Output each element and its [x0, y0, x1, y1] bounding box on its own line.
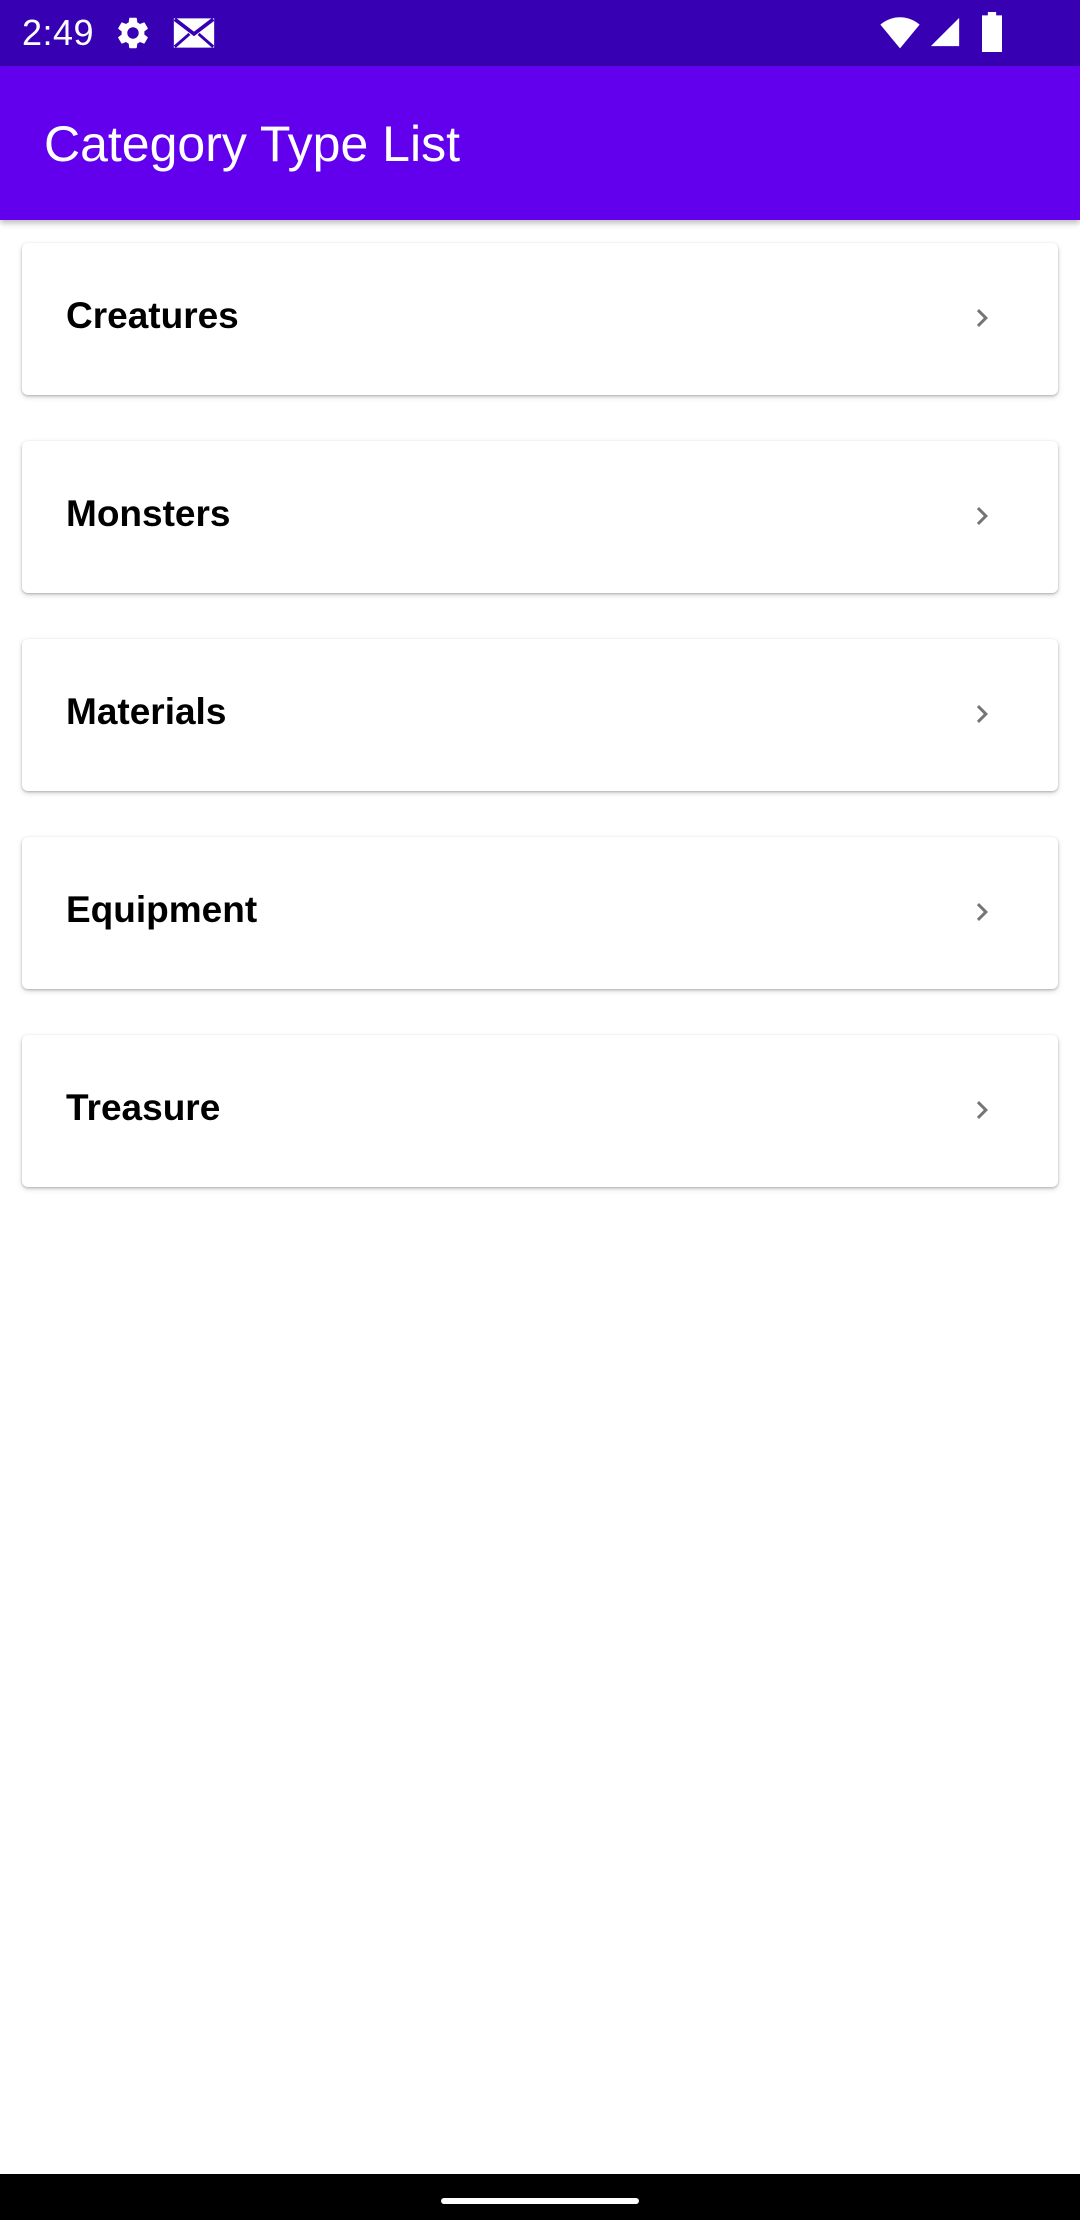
category-item-materials[interactable]: Materials: [22, 639, 1058, 791]
mail-icon: [173, 17, 215, 48]
gear-icon: [118, 17, 148, 49]
category-label: Materials: [66, 691, 227, 732]
category-label: Creatures: [66, 295, 239, 336]
chevron-right-icon: [976, 309, 988, 327]
chevron-right-icon: [976, 507, 988, 525]
signal-icon: [930, 17, 960, 47]
page-title: Category Type List: [44, 116, 460, 172]
app-bar: Category Type List: [0, 66, 1080, 220]
chevron-right-icon: [976, 1101, 988, 1119]
home-indicator[interactable]: [441, 2198, 639, 2204]
category-label: Monsters: [66, 493, 231, 534]
category-item-creatures[interactable]: Creatures: [22, 243, 1058, 395]
category-item-equipment[interactable]: Equipment: [22, 837, 1058, 989]
category-item-monsters[interactable]: Monsters: [22, 441, 1058, 593]
status-time: 2:49: [22, 12, 95, 53]
category-item-treasure[interactable]: Treasure: [22, 1035, 1058, 1187]
navigation-bar: [0, 2174, 1080, 2220]
category-label: Treasure: [66, 1087, 221, 1128]
chevron-right-icon: [976, 903, 988, 921]
battery-icon: [982, 12, 1002, 52]
chevron-right-icon: [976, 705, 988, 723]
wifi-icon: [880, 17, 920, 49]
status-bar: 2:49: [0, 0, 1080, 66]
category-label: Equipment: [66, 889, 258, 930]
category-list: Creatures Monsters Materials Equipment T…: [22, 243, 1058, 1233]
